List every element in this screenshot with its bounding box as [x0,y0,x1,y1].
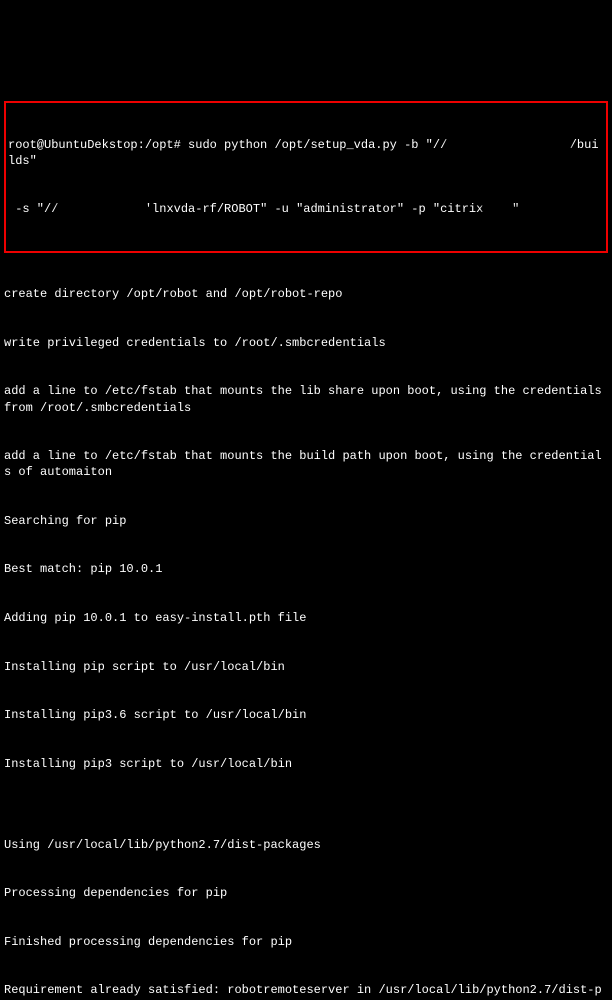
redacted-host-2: xxxxxxxxxxxx [58,202,144,216]
output-line: Adding pip 10.0.1 to easy-install.pth fi… [4,610,608,626]
output-line: Requirement already satisfied: robotremo… [4,982,608,1000]
output-line: Using /usr/local/lib/python2.7/dist-pack… [4,837,608,853]
command-highlight-box: root@UbuntuDekstop:/opt# sudo python /op… [4,101,608,253]
output-line: Installing pip3.6 script to /usr/local/b… [4,707,608,723]
redacted-pw: xxxx [483,202,512,216]
output-line: create directory /opt/robot and /opt/rob… [4,286,608,302]
cmd-part-3: -s "// [8,202,58,216]
prompt-line-2: -s "//xxxxxxxxxxxx'lnxvda-rf/ROBOT" -u "… [8,201,604,217]
output-line: Installing pip script to /usr/local/bin [4,659,608,675]
prompt-line-1: root@UbuntuDekstop:/opt# sudo python /op… [8,137,604,169]
cmd-part-1: sudo python /opt/setup_vda.py -b "// [188,138,447,152]
cmd-part-4: 'lnxvda-rf/ROBOT" -u "administrator" -p … [145,202,483,216]
output-line: Finished processing dependencies for pip [4,934,608,950]
output-line: Processing dependencies for pip [4,885,608,901]
prompt-hash: # [174,138,181,152]
prompt-sep: : [138,138,145,152]
output-line: Installing pip3 script to /usr/local/bin [4,756,608,772]
output-line: add a line to /etc/fstab that mounts the… [4,448,608,480]
output-line: add a line to /etc/fstab that mounts the… [4,383,608,415]
output-line: Searching for pip [4,513,608,529]
terminal-window[interactable]: root@UbuntuDekstop:/opt# sudo python /op… [4,69,608,1000]
cmd-part-6: " [512,202,519,216]
output-line: write privileged credentials to /root/.s… [4,335,608,351]
output-line: Best match: pip 10.0.1 [4,561,608,577]
redacted-host-1: xxxxxxxxxxxxxxxxx [447,138,569,152]
prompt-userhost: root@UbuntuDekstop [8,138,138,152]
prompt-cwd: /opt [145,138,174,152]
